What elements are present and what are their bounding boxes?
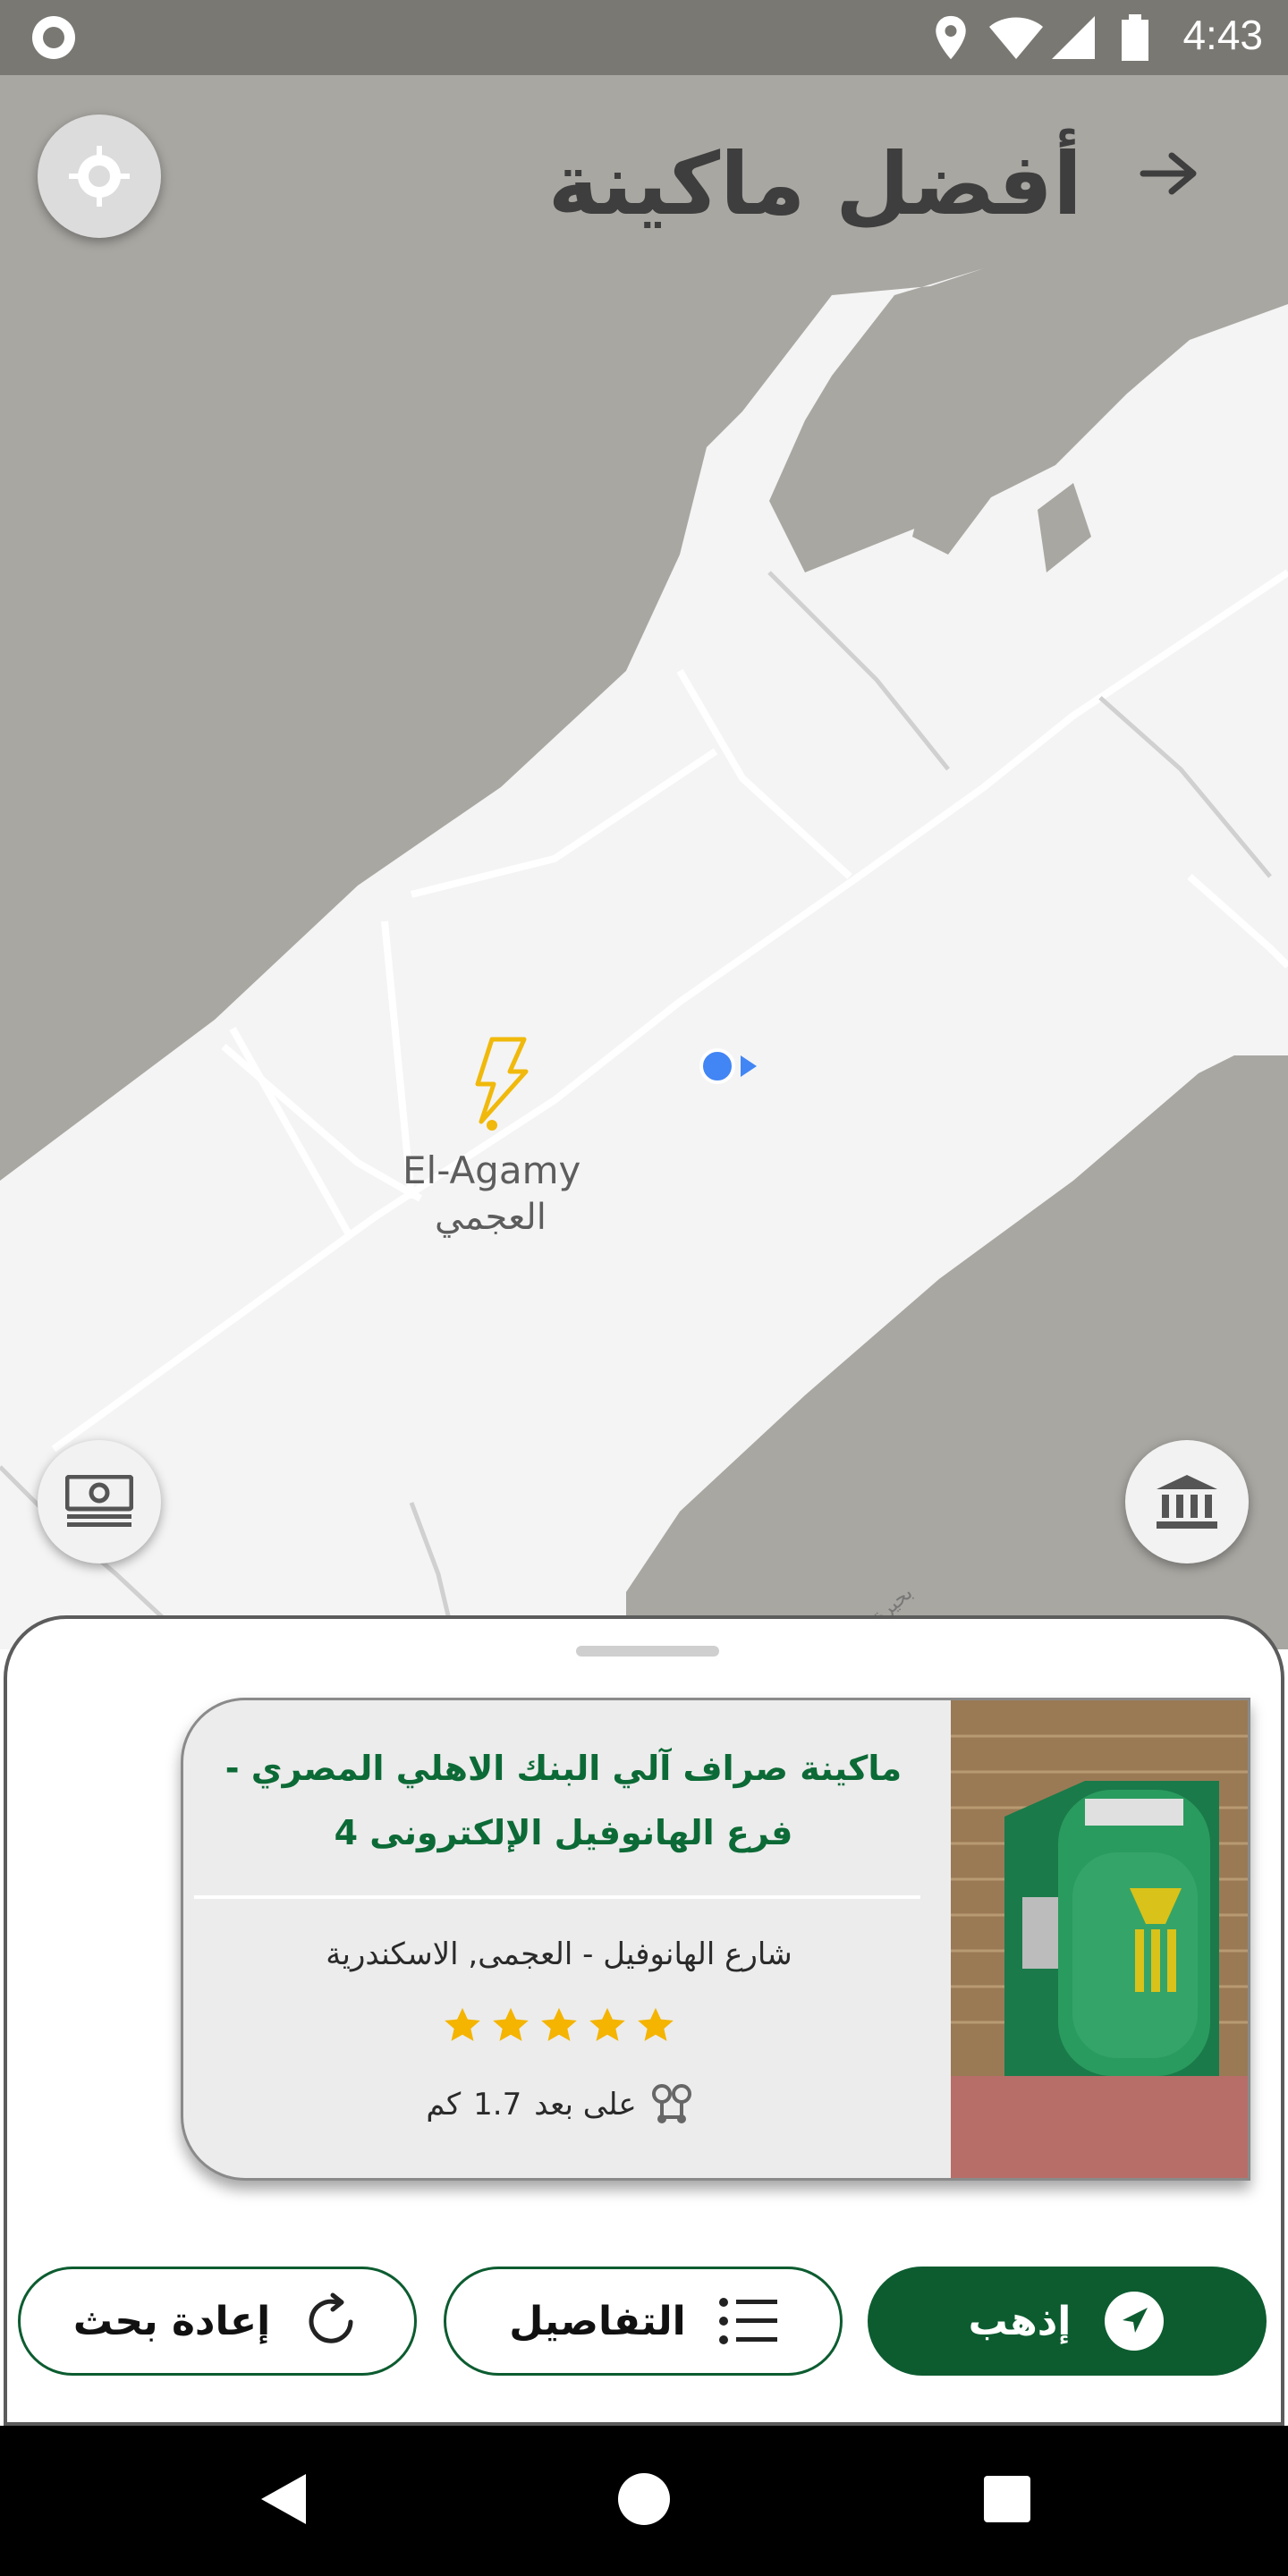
bank-filter-button[interactable]: [1125, 1440, 1249, 1563]
atm-filter-button[interactable]: [38, 1440, 161, 1563]
page-title: أفضل ماكينة: [547, 134, 1082, 234]
clock: 4:43: [1182, 12, 1263, 58]
lightning-pin-icon: [475, 1037, 529, 1131]
home-nav-icon[interactable]: [617, 2470, 671, 2528]
atm-title: ماكينة صراف آلي البنك الاهلي المصري - فر…: [225, 1749, 902, 1852]
retry-search-button[interactable]: إعادة بحث: [18, 2267, 417, 2376]
divider: [194, 1895, 920, 1899]
retry-label: إعادة بحث: [72, 2298, 271, 2344]
bank-icon: [1157, 1475, 1217, 1529]
go-button[interactable]: إذهب: [868, 2267, 1267, 2376]
location-pin-icon: [936, 15, 966, 60]
back-nav-icon[interactable]: [258, 2470, 309, 2528]
details-button[interactable]: التفاصيل: [444, 2267, 843, 2376]
atm-card[interactable]: ماكينة صراف آلي البنك الاهلي المصري - فر…: [181, 1698, 1250, 2181]
distance-value: 1.7: [473, 2087, 522, 2123]
atm-photo: [951, 1700, 1248, 2178]
map-canvas[interactable]: [0, 75, 1288, 1649]
go-label: إذهب: [968, 2298, 1072, 2344]
charging-station-marker[interactable]: [470, 1036, 533, 1138]
place-name-ar: العجمي: [435, 1197, 547, 1238]
back-arrow-icon[interactable]: [1140, 150, 1199, 197]
navigate-icon: [1105, 2292, 1165, 2351]
distance-prefix: على بعد: [534, 2087, 637, 2123]
drag-handle[interactable]: [576, 1646, 719, 1657]
star-icon: [589, 2007, 625, 2041]
user-heading-arrow: [741, 1055, 757, 1077]
atm-address: شارع الهانوفيل - العجمى, الاسكندرية: [326, 1936, 792, 1972]
crosshair-icon: [69, 146, 130, 207]
locate-me-button[interactable]: [38, 114, 161, 238]
system-nav-bar: [0, 2426, 1288, 2576]
cash-icon: [65, 1475, 133, 1527]
star-icon: [541, 2007, 577, 2041]
distance-row: كم 1.7 على بعد: [201, 2083, 917, 2126]
list-icon: [718, 2298, 777, 2344]
details-label: التفاصيل: [509, 2298, 686, 2344]
rating-stars: [443, 2006, 675, 2046]
map-view[interactable]: El-Agamy العجمي بحيرة مريوط 40: [0, 75, 1288, 1649]
distance-unit: كم: [426, 2087, 462, 2123]
place-name-en: El-Agamy: [402, 1148, 581, 1192]
wifi-icon: [989, 17, 1043, 59]
refresh-icon: [309, 2292, 353, 2343]
notification-icon: [32, 16, 75, 59]
star-icon: [445, 2007, 480, 2041]
signal-icon: [1052, 16, 1095, 59]
status-bar: 4:43: [0, 0, 1288, 75]
star-icon: [638, 2007, 674, 2041]
route-pins-icon: [651, 2084, 691, 2123]
battery-icon: [1122, 14, 1148, 61]
user-location-dot: [699, 1048, 735, 1084]
star-icon: [493, 2007, 529, 2041]
recents-nav-icon[interactable]: [982, 2470, 1032, 2528]
